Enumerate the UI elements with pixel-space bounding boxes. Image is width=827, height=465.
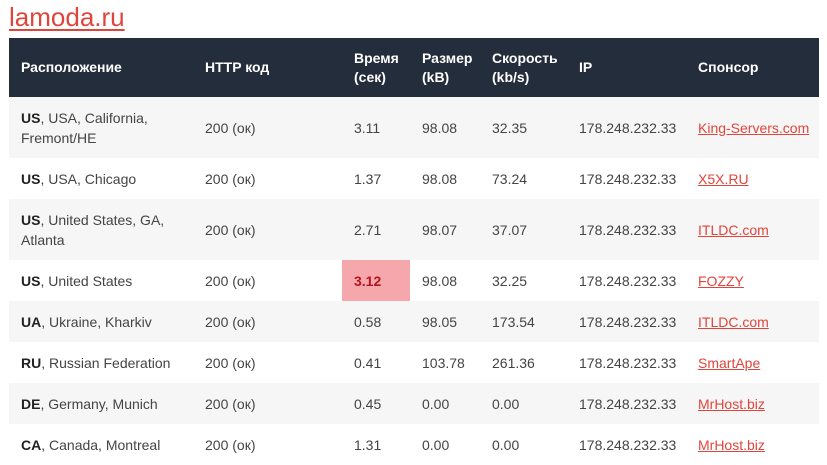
sponsor-link[interactable]: FOZZY	[698, 273, 744, 289]
table-row: RU, Russian Federation 200 (ок) 0.41 103…	[9, 342, 819, 383]
results-table: Расположение HTTP код Время (сек) Размер(…	[9, 38, 819, 465]
country-code: CA	[21, 436, 42, 453]
table-row: CA, Canada, Montreal 200 (ок) 1.31 0.00 …	[9, 424, 819, 465]
time-cell: 0.58	[354, 313, 382, 330]
http-code-cell: 200 (ок)	[205, 436, 256, 453]
sponsor-link[interactable]: SmartApe	[698, 355, 760, 371]
sponsor-link[interactable]: ITLDC.com	[698, 222, 769, 238]
location-cell: RU, Russian Federation	[21, 354, 171, 371]
http-code-cell: 200 (ок)	[205, 395, 256, 412]
sponsor-cell: MrHost.biz	[686, 383, 819, 424]
country-code: US	[21, 170, 41, 187]
time-cell: 1.31	[354, 436, 382, 453]
ip-cell: 178.248.232.33	[579, 395, 677, 412]
size-cell: 98.08	[422, 170, 458, 187]
header-time: Время (сек)	[354, 49, 399, 85]
location-cell: UA, Ukraine, Kharkiv	[21, 313, 152, 330]
time-cell-highlighted: 3.12	[342, 260, 410, 301]
ip-cell: 178.248.232.33	[579, 313, 677, 330]
table-row: US, United States 200 (ок) 3.12 98.08 32…	[9, 260, 819, 301]
size-cell: 98.08	[422, 119, 458, 136]
size-cell: 0.00	[422, 436, 450, 453]
size-cell: 98.07	[422, 221, 458, 238]
header-sponsor: Спонсор	[698, 59, 759, 75]
speed-cell: 173.54	[492, 313, 535, 330]
time-cell: 3.11	[354, 119, 381, 136]
header-http-code: HTTP код	[205, 59, 270, 75]
table-row: US, USA, Chicago 200 (ок) 1.37 98.08 73.…	[9, 158, 819, 199]
table-row: UA, Ukraine, Kharkiv 200 (ок) 0.58 98.05…	[9, 301, 819, 342]
header-ip: IP	[579, 59, 593, 75]
http-code-cell: 200 (ок)	[205, 354, 256, 371]
speed-cell: 37.07	[492, 221, 528, 238]
size-cell: 98.05	[422, 313, 458, 330]
sponsor-cell: ITLDC.com	[686, 199, 819, 260]
location-cell: US, USA, California, Fremont/HE	[21, 109, 148, 146]
location-cell: CA, Canada, Montreal	[21, 436, 161, 453]
country-code: US	[21, 211, 41, 228]
sponsor-link[interactable]: King-Servers.com	[698, 120, 809, 136]
size-cell: 103.78	[422, 354, 465, 371]
ip-cell: 178.248.232.33	[579, 272, 677, 289]
time-cell: 0.41	[354, 354, 382, 371]
header-location: Расположение	[21, 59, 122, 75]
location-cell: DE, Germany, Munich	[21, 395, 158, 412]
location-cell: US, United States	[21, 272, 133, 289]
http-code-cell: 200 (ок)	[205, 313, 256, 330]
table-row: US, USA, California, Fremont/HE 200 (ок)…	[9, 97, 819, 158]
speed-cell: 261.36	[492, 354, 535, 371]
location-cell: US, United States, GA, Atlanta	[21, 211, 165, 248]
http-code-cell: 200 (ок)	[205, 119, 256, 136]
table-row: US, United States, GA, Atlanta 200 (ок) …	[9, 199, 819, 260]
speed-cell: 73.24	[492, 170, 528, 187]
speed-cell: 0.00	[492, 436, 520, 453]
site-title-link[interactable]: lamoda.ru	[9, 1, 125, 33]
time-cell: 0.45	[354, 395, 382, 412]
country-code: UA	[21, 313, 42, 330]
country-code: US	[21, 272, 41, 289]
ip-cell: 178.248.232.33	[579, 354, 677, 371]
ip-cell: 178.248.232.33	[579, 221, 677, 238]
sponsor-link[interactable]: ITLDC.com	[698, 314, 769, 330]
speed-cell: 32.35	[492, 119, 528, 136]
header-size: Размер (kB)	[422, 49, 473, 85]
table-row: DE, Germany, Munich 200 (ок) 0.45 0.00 0…	[9, 383, 819, 424]
country-code: RU	[21, 354, 42, 371]
location-cell: US, USA, Chicago	[21, 170, 137, 187]
sponsor-link[interactable]: MrHost.biz	[698, 437, 765, 453]
table-header-row: Расположение HTTP код Время (сек) Размер(…	[9, 38, 819, 97]
ip-cell: 178.248.232.33	[579, 436, 677, 453]
http-code-cell: 200 (ок)	[205, 170, 256, 187]
country-code: US	[21, 109, 41, 126]
header-speed: Скорость (kb/s)	[492, 49, 558, 85]
size-cell: 0.00	[422, 395, 450, 412]
http-code-cell: 200 (ок)	[205, 221, 256, 238]
sponsor-cell: FOZZY	[686, 260, 819, 301]
sponsor-cell: MrHost.biz	[686, 424, 819, 465]
http-code-cell: 200 (ок)	[205, 272, 256, 289]
sponsor-link[interactable]: MrHost.biz	[698, 396, 765, 412]
ip-cell: 178.248.232.33	[579, 170, 677, 187]
sponsor-cell: SmartApe	[686, 342, 819, 383]
sponsor-cell: X5X.RU	[686, 158, 819, 199]
sponsor-cell: King-Servers.com	[686, 97, 819, 158]
country-code: DE	[21, 395, 41, 412]
size-cell: 98.08	[422, 272, 458, 289]
speed-cell: 0.00	[492, 395, 520, 412]
speed-cell: 32.25	[492, 272, 528, 289]
sponsor-cell: ITLDC.com	[686, 301, 819, 342]
ip-cell: 178.248.232.33	[579, 119, 677, 136]
sponsor-link[interactable]: X5X.RU	[698, 171, 749, 187]
time-cell: 1.37	[354, 170, 382, 187]
time-cell: 2.71	[354, 221, 382, 238]
